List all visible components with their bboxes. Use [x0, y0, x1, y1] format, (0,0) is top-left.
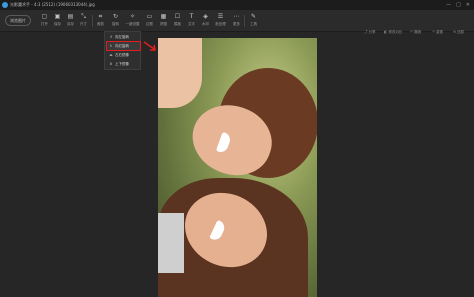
restore-icon: ⟲ [453, 30, 456, 34]
undo-label: 撤销 [414, 30, 422, 34]
more-button[interactable]: ⋯ 更多 [229, 12, 244, 30]
flip-vertical-icon: ⬍ [109, 62, 113, 66]
size-label: 尺寸 [80, 22, 87, 26]
menu-rotate-right-label: 向右旋转 [115, 44, 129, 48]
undo-icon: ↶ [410, 30, 413, 34]
flip-horizontal-icon: ◂▸ [109, 53, 113, 57]
size-button[interactable]: ⤡ 尺寸 [76, 12, 91, 30]
rotate-right-icon: ↻ [109, 44, 113, 48]
template-icon: ☐ [174, 13, 181, 20]
tools-button[interactable]: ✎ 工具 [246, 12, 261, 30]
batch-icon: ☰ [217, 13, 224, 20]
frame-button[interactable]: ▭ 边框 [142, 12, 157, 30]
menu-flip-vertical-label: 上下镜像 [115, 62, 129, 66]
rotate-left-icon: ↺ [109, 35, 113, 39]
share-label: 分享 [368, 30, 376, 34]
maximize-icon[interactable]: □ [456, 1, 461, 9]
redo-button[interactable]: ↷ 重做 [432, 29, 443, 35]
close-icon[interactable]: ✕ [466, 1, 470, 9]
frame-label: 边框 [146, 22, 153, 26]
frame-icon: ▭ [146, 13, 153, 20]
browse-images-button[interactable]: 浏览图片 [5, 15, 31, 26]
batch-button[interactable]: ☰ 批处理 [213, 12, 228, 30]
text-label: 文字 [188, 22, 195, 26]
batch-label: 批处理 [215, 22, 226, 26]
rotate-button[interactable]: ↻ 旋转 [108, 12, 123, 30]
red-arrow-annotation [143, 41, 156, 51]
tools-icon: ✎ [250, 13, 257, 20]
puzzle-label: 拼图 [160, 22, 167, 26]
crop-icon: ⌗ [98, 13, 103, 20]
template-label: 模板 [174, 22, 181, 26]
puzzle-icon: ▦ [160, 13, 167, 20]
window-controls: — □ ✕ [446, 1, 470, 9]
menu-flip-horizontal-label: 左右镜像 [115, 53, 129, 57]
auto-icon: ✧ [129, 13, 136, 20]
size-icon: ⤡ [81, 13, 86, 20]
one-click-label: 一键设置 [125, 22, 140, 26]
share-icon: ⤴ [364, 30, 368, 34]
text-icon: T [189, 13, 194, 20]
share-button[interactable]: ⤴ 分享 [364, 29, 376, 35]
undo-button[interactable]: ↶ 撤销 [410, 29, 421, 35]
compare-label: 修改对比 [388, 30, 403, 34]
restore-button[interactable]: ⟲ 还原 [453, 29, 464, 35]
menu-rotate-right[interactable]: ↻ 向右旋转 [106, 41, 141, 51]
redo-label: 重做 [436, 30, 444, 34]
toolbar-divider [244, 15, 245, 27]
compare-icon: ◧ [384, 30, 388, 34]
text-button[interactable]: T 文字 [184, 12, 199, 30]
main-toolbar: 浏览图片 ▢ 打开 ▣ 保存 ▤ 另存 ⤡ 尺寸 ⌗ 裁剪 ↻ 旋转 ✧ 一键设… [0, 10, 474, 32]
crop-button[interactable]: ⌗ 裁剪 [93, 12, 108, 30]
photo-arm [158, 38, 202, 108]
compare-button[interactable]: ◧ 修改对比 [384, 29, 402, 35]
more-icon: ⋯ [233, 13, 240, 20]
photo-shirt [158, 213, 184, 273]
app-logo [2, 2, 8, 8]
watermark-icon: ◈ [203, 13, 208, 20]
redo-icon: ↷ [432, 30, 435, 34]
watermark-button[interactable]: ◈ 水印 [198, 12, 213, 30]
more-label: 更多 [233, 22, 240, 26]
photo-preview [158, 38, 317, 297]
menu-rotate-left[interactable]: ↺ 向左旋转 [107, 33, 140, 41]
rotate-icon: ↻ [112, 13, 119, 20]
restore-label: 还原 [457, 30, 465, 34]
window-title: 光影魔术手 - 4:3 (2512) (19060313044).jpg [10, 2, 95, 7]
template-button[interactable]: ☐ 模板 [170, 12, 185, 30]
menu-flip-vertical[interactable]: ⬍ 上下镜像 [107, 60, 140, 68]
one-click-button[interactable]: ✧ 一键设置 [125, 12, 140, 30]
crop-label: 裁剪 [97, 22, 104, 26]
menu-rotate-left-label: 向左旋转 [115, 35, 129, 39]
rotate-label: 旋转 [112, 22, 119, 26]
tools-label: 工具 [250, 22, 257, 26]
title-bar: 光影魔术手 - 4:3 (2512) (19060313044).jpg — □… [0, 0, 474, 10]
menu-flip-horizontal[interactable]: ◂▸ 左右镜像 [107, 51, 140, 59]
watermark-label: 水印 [202, 22, 209, 26]
minimize-icon[interactable]: — [446, 1, 451, 9]
rotate-dropdown-menu: ↺ 向左旋转 ↻ 向右旋转 ◂▸ 左右镜像 ⬍ 上下镜像 [104, 31, 141, 70]
puzzle-button[interactable]: ▦ 拼图 [156, 12, 171, 30]
